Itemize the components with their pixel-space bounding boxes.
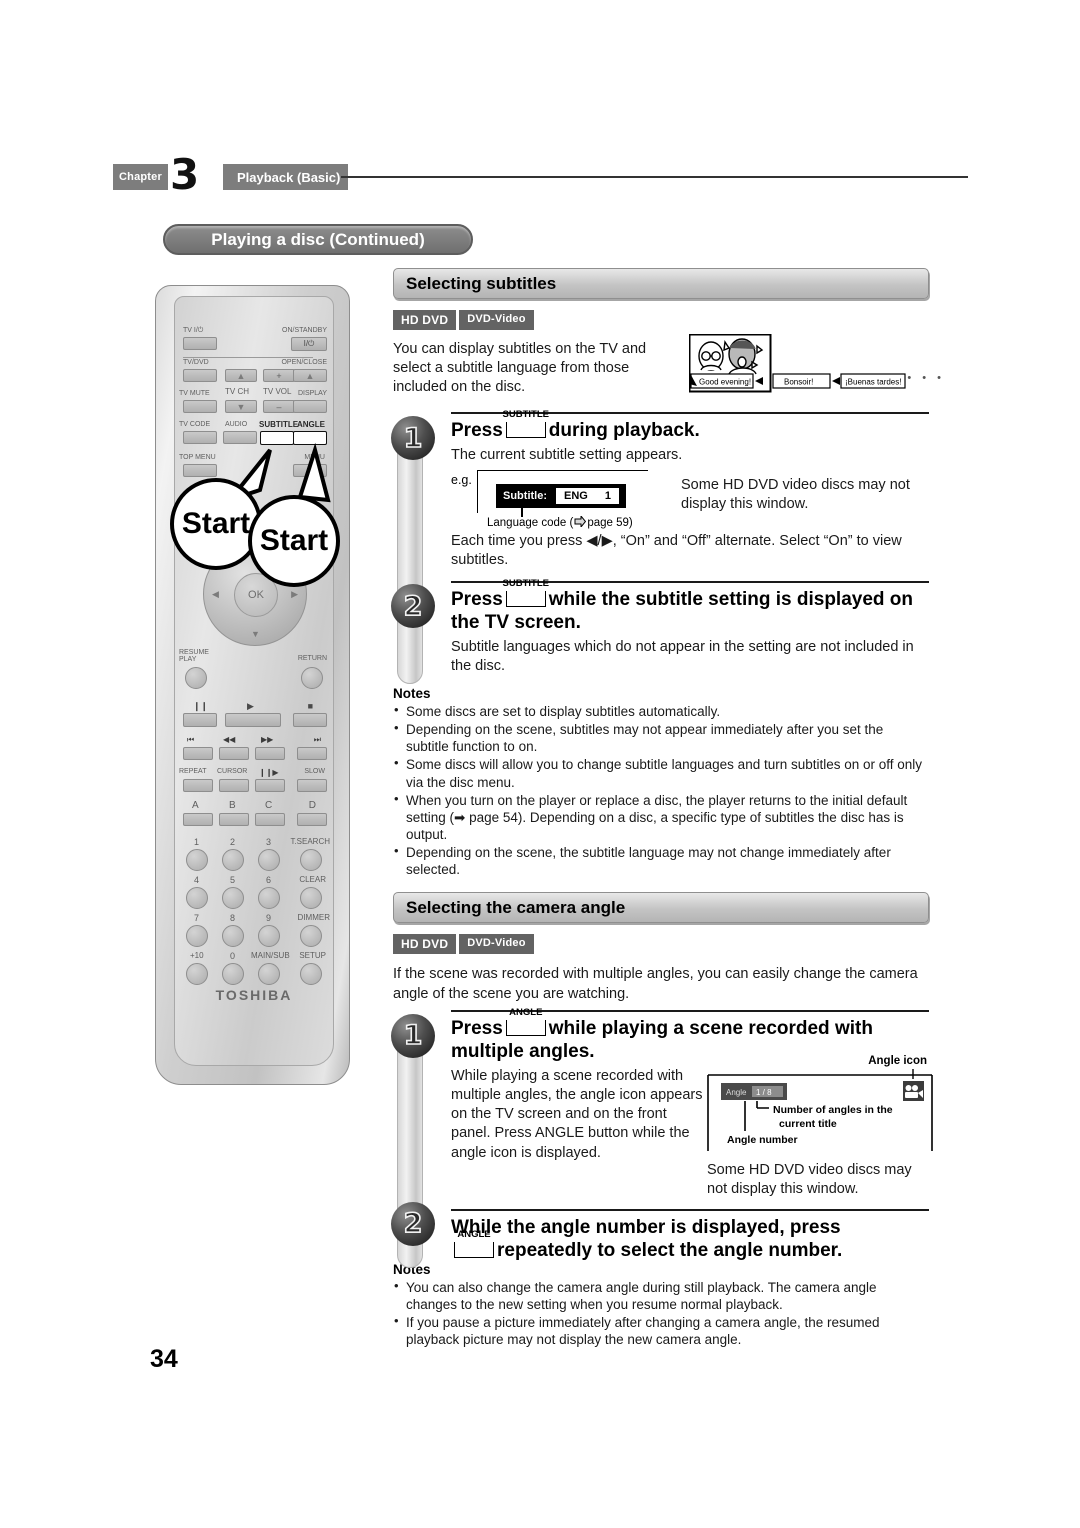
step-marker-angle-1: 1 [391, 1013, 435, 1058]
subtitles-intro: You can display subtitles on the TV and … [393, 341, 647, 396]
osd-subtitle-num: 1 [604, 490, 611, 503]
notes-list-subtitles: Some discs are set to display subtitles … [393, 702, 929, 878]
keycap-angle-icon: ANGLE [505, 1007, 546, 1036]
angle-side-note: Some HD DVD video discs may not display … [707, 1162, 912, 1198]
eg-label: e.g. [451, 473, 472, 488]
osd-subtitle-label: Subtitle: [503, 490, 547, 503]
svg-text:1 / 8: 1 / 8 [756, 1088, 772, 1097]
svg-text:Angle: Angle [726, 1088, 747, 1097]
svg-text:¡Buenas tardes!: ¡Buenas tardes! [845, 378, 901, 387]
subtitle-steps: 1 Press SUBTITLE during playback. The curr… [391, 409, 929, 692]
content-column: Selecting subtitles HD DVD DVD-Video You… [391, 268, 941, 1349]
page-number: 34 [150, 1345, 178, 1373]
step-marker-angle-2: 2 [391, 1201, 435, 1246]
callout-start-angle: Start [248, 495, 340, 587]
keycap-angle-icon-2: ANGLE [454, 1229, 494, 1259]
step-angle-1-sub: While playing a scene recorded with mult… [451, 1068, 703, 1161]
step-marker-1: 1 [391, 416, 435, 460]
note-item: Some discs are set to display subtitles … [393, 702, 929, 720]
angle-steps: 1 Press ANGLE while playing a scene record… [391, 1007, 933, 1274]
svg-text:Number of angles in the: Number of angles in the [773, 1104, 893, 1116]
note-item: If you pause a picture immediately after… [393, 1313, 929, 1348]
svg-text:Bonsoir!: Bonsoir! [784, 378, 813, 387]
badge-hd-dvd-angle: HD DVD [393, 934, 457, 955]
step-2-subtitle: Press SUBTITLE while the subtitle setting … [451, 577, 929, 677]
section-heading-subtitles: Selecting subtitles [393, 268, 929, 299]
running-head: Playing a disc (Continued) [163, 224, 473, 255]
svg-text:Angle number: Angle number [727, 1134, 798, 1146]
step-angle-2-title: While the angle number is displayed, pre… [451, 1217, 843, 1262]
osd-subtitle-window: Subtitle: ENG 1 [496, 484, 626, 509]
step-1-sub: The current subtitle setting appears. [451, 447, 683, 464]
page-arrow-icon [574, 516, 587, 528]
section-heading-angle: Selecting the camera angle [393, 892, 929, 924]
illustration-ellipsis: • • • [907, 372, 945, 384]
angle-icon-diagram: Angle icon Angle 1 / 8 Number of angles … [707, 1055, 933, 1199]
callout-start-subtitle: Start [170, 478, 262, 570]
step-1-angle: Press ANGLE while playing a scene recorded… [451, 1007, 933, 1197]
badge-hd-dvd: HD DVD [393, 310, 457, 330]
step-2-angle: While the angle number is displayed, pre… [451, 1209, 929, 1262]
chapter-title: Playback (Basic) [223, 164, 349, 190]
step-marker-2: 2 [391, 584, 435, 628]
notes-list-angle: You can also change the camera angle dur… [393, 1278, 929, 1349]
note-item: You can also change the camera angle dur… [393, 1278, 929, 1313]
step-1-side-note: Some HD DVD video discs may not display … [681, 477, 910, 513]
chapter-rule [341, 176, 968, 178]
note-item: When you turn on the player or replace a… [393, 791, 929, 843]
osd-subtitle-lang: ENG [564, 490, 588, 503]
remote-control-illustration: TV I/⏻ ON/STANDBY I/⏻ TV/DVD ▲ + OPEN/CL… [150, 285, 355, 1090]
step-2-sub: Subtitle languages which do not appear i… [451, 638, 914, 675]
keycap-subtitle-icon-2: SUBTITLE [503, 578, 549, 607]
angle-intro: If the scene was recorded with multiple … [393, 966, 918, 1002]
step-1-tail: Each time you press ◀/▶, “On” and “Off” … [451, 533, 902, 569]
svg-text:Good evening!: Good evening! [699, 378, 751, 387]
step-2-title: Press SUBTITLE while the subtitle setting … [451, 577, 914, 633]
step-1-title: Press SUBTITLE during playback. [451, 409, 700, 441]
note-item: Depending on the scene, the subtitle lan… [393, 843, 929, 878]
manual-page: Chapter 3 Playback (Basic) Playing a dis… [0, 0, 1080, 1528]
language-code-caption: Language code (page 59) [487, 516, 633, 530]
note-item: Some discs will allow you to change subt… [393, 755, 929, 790]
chapter-number: 3 [170, 150, 200, 199]
chapter-tab: Chapter [113, 164, 168, 190]
callout-leaders [224, 442, 331, 505]
angle-icon-caption: Angle icon [868, 1055, 927, 1067]
note-item: Depending on the scene, subtitles may no… [393, 720, 929, 755]
disc-badges-subtitles: HD DVD DVD-Video [393, 310, 929, 330]
badge-dvd-video-angle: DVD-Video [459, 934, 534, 955]
step-1-subtitle: Press SUBTITLE during playback. The curren… [451, 409, 929, 571]
disc-badges-angle: HD DVD DVD-Video [393, 934, 929, 955]
keycap-subtitle-icon: SUBTITLE [503, 409, 549, 438]
badge-dvd-video: DVD-Video [459, 310, 534, 330]
svg-text:current title: current title [779, 1118, 837, 1130]
chapter-strip: Chapter 3 Playback (Basic) [113, 154, 968, 196]
tv-subtitle-illustration: Good evening! Bonsoir! ¡Buenas tardes! •… [688, 333, 941, 396]
chapter-word: Chapter [119, 171, 162, 183]
